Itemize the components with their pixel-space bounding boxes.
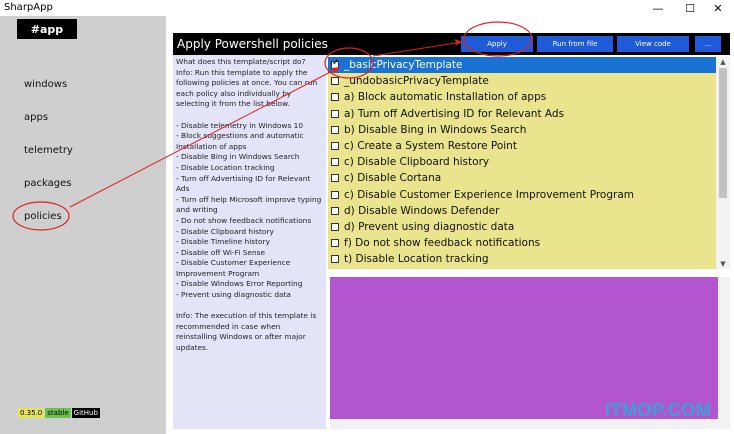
list-item[interactable]: c) Create a System Restore Point bbox=[328, 138, 716, 154]
checkbox[interactable] bbox=[331, 158, 339, 167]
checkbox[interactable] bbox=[331, 223, 339, 231]
apply-button[interactable]: Apply bbox=[461, 36, 533, 52]
github-link[interactable]: GitHub bbox=[71, 408, 100, 418]
list-item-label: c) Disable Cortana bbox=[344, 172, 442, 185]
output-panel[interactable] bbox=[330, 277, 718, 419]
checkbox[interactable] bbox=[331, 77, 339, 86]
description-panel: What does this template/script do? Info:… bbox=[173, 55, 326, 429]
checkbox[interactable] bbox=[331, 174, 339, 183]
checkbox[interactable] bbox=[331, 206, 339, 215]
list-item[interactable]: c) Disable Clipboard history bbox=[328, 154, 716, 170]
output-vertical-scrollbar[interactable] bbox=[718, 277, 730, 429]
checkbox[interactable] bbox=[331, 58, 340, 69]
window-title: SharpApp bbox=[4, 2, 53, 13]
page-header: Apply Powershell policies Apply Run from… bbox=[173, 33, 730, 55]
list-item-label: d) Prevent using diagnostic data bbox=[344, 221, 515, 233]
list-item[interactable]: a) Turn off Advertising ID for Relevant … bbox=[328, 106, 716, 122]
main-content: Apply Powershell policies Apply Run from… bbox=[173, 33, 730, 429]
sidebar-item-apps[interactable]: apps bbox=[24, 112, 48, 123]
list-item[interactable]: a) Block automatic Installation of apps bbox=[328, 89, 716, 105]
checkbox[interactable] bbox=[331, 93, 339, 102]
list-item[interactable]: _basicPrivacyTemplate bbox=[328, 57, 716, 73]
close-button[interactable]: ✕ bbox=[702, 0, 734, 16]
channel-badge: stable bbox=[45, 408, 71, 418]
list-item[interactable]: _undobasicPrivacyTemplate bbox=[328, 73, 716, 89]
list-item-label: t) Disable Location tracking bbox=[344, 253, 489, 266]
policy-list: _basicPrivacyTemplate _undobasicPrivacyTe… bbox=[328, 57, 716, 269]
title-bar: SharpApp — ☐ ✕ bbox=[0, 0, 734, 16]
version-badges: 0.35.0 stable GitHub bbox=[18, 408, 100, 418]
list-item[interactable]: d) Disable Windows Defender bbox=[328, 203, 716, 219]
sidebar-item-policies[interactable]: policies bbox=[24, 211, 62, 222]
checkbox[interactable] bbox=[331, 142, 339, 150]
scroll-thumb[interactable] bbox=[719, 68, 727, 198]
checkbox[interactable] bbox=[331, 125, 339, 134]
list-item-label: a) Block automatic Installation of apps bbox=[344, 91, 547, 104]
checkbox[interactable] bbox=[331, 239, 339, 248]
app-badge[interactable]: #app bbox=[17, 19, 77, 39]
list-item[interactable]: c) Disable Customer Experience Improveme… bbox=[328, 187, 716, 203]
list-item-label: _basicPrivacyTemplate bbox=[344, 59, 463, 71]
sidebar-item-telemetry[interactable]: telemetry bbox=[24, 145, 73, 156]
list-item-label: b) Disable Bing in Windows Search bbox=[344, 123, 527, 136]
list-item-label: c) Create a System Restore Point bbox=[344, 140, 517, 152]
sidebar-item-windows[interactable]: windows bbox=[24, 79, 67, 90]
view-code-button[interactable]: View code bbox=[617, 36, 689, 52]
list-item[interactable]: c) Disable Cortana bbox=[328, 170, 716, 186]
minimize-button[interactable]: — bbox=[642, 0, 674, 16]
list-item-label: a) Turn off Advertising ID for Relevant … bbox=[344, 107, 565, 120]
sidebar-item-packages[interactable]: packages bbox=[24, 178, 71, 189]
list-item-label: c) Disable Clipboard history bbox=[344, 156, 490, 169]
list-item[interactable]: f) Do not show feedback notifications bbox=[328, 235, 716, 251]
list-item[interactable]: t) Disable Location tracking bbox=[328, 251, 716, 267]
scroll-down-icon[interactable]: ▼ bbox=[716, 259, 730, 269]
version-badge: 0.35.0 bbox=[18, 408, 45, 418]
list-item-label: d) Disable Windows Defender bbox=[344, 204, 500, 217]
list-item[interactable]: b) Disable Bing in Windows Search bbox=[328, 122, 716, 138]
list-item[interactable]: d) Prevent using diagnostic data bbox=[328, 219, 716, 235]
list-item-label: f) Do not show feedback notifications bbox=[344, 237, 541, 250]
checkbox[interactable] bbox=[331, 190, 339, 199]
watermark: ITMOP.COM bbox=[605, 400, 712, 420]
sidebar: #app windows apps telemetry packages pol… bbox=[0, 16, 166, 434]
page-title: Apply Powershell policies bbox=[177, 37, 328, 51]
run-from-file-button[interactable]: Run from file bbox=[537, 36, 613, 52]
more-button[interactable]: ... bbox=[695, 36, 721, 52]
list-item-label: c) Disable Customer Experience Improveme… bbox=[344, 188, 635, 201]
checkbox[interactable] bbox=[331, 109, 339, 118]
list-item-label: _undobasicPrivacyTemplate bbox=[344, 75, 489, 88]
checkbox[interactable] bbox=[331, 255, 339, 264]
policy-list-scrollbar[interactable]: ▲ ▼ bbox=[716, 57, 730, 269]
scroll-up-icon[interactable]: ▲ bbox=[716, 57, 730, 67]
